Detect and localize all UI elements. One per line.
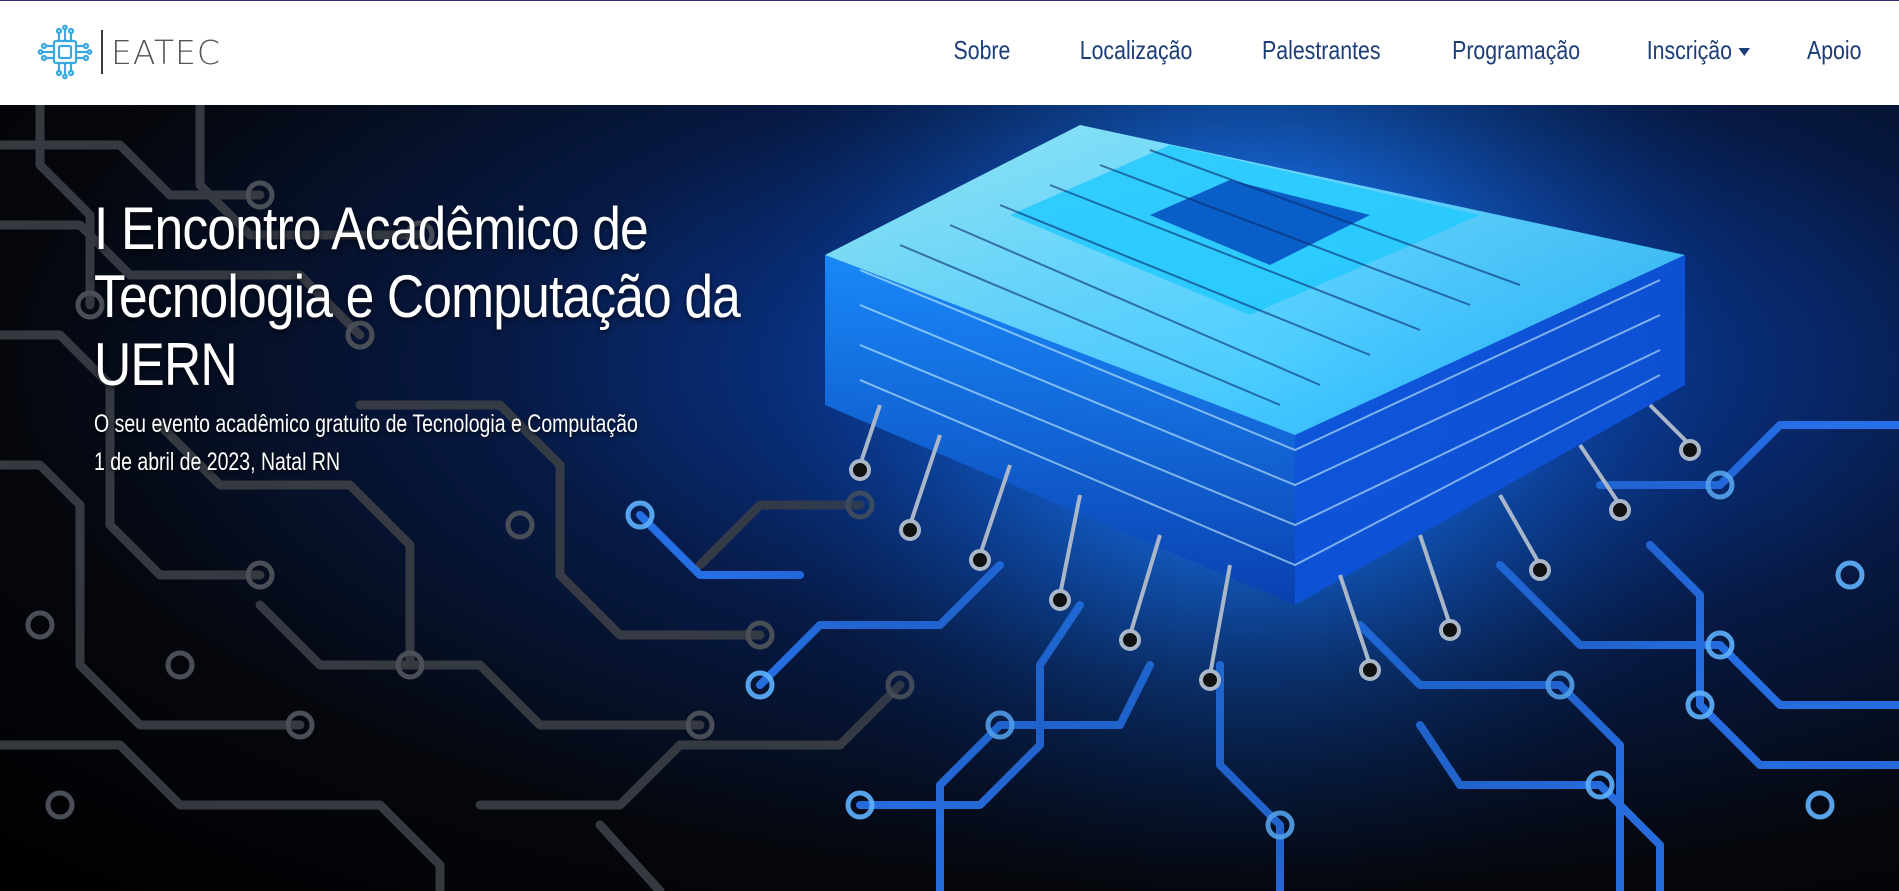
hero-banner: I Encontro Acadêmico de Tecnologia e Com… bbox=[0, 105, 1899, 891]
nav-item-inscricao-dropdown[interactable]: Inscrição bbox=[1647, 35, 1751, 66]
caret-down-icon bbox=[1739, 48, 1751, 57]
hero-subtitle: O seu evento acadêmico gratuito de Tecno… bbox=[94, 410, 638, 438]
brand-divider bbox=[101, 30, 103, 74]
nav-item-apoio[interactable]: Apoio bbox=[1806, 35, 1861, 66]
hero-date: 1 de abril de 2023, Natal RN bbox=[94, 448, 341, 476]
nav-item-programacao[interactable]: Programação bbox=[1452, 35, 1580, 66]
nav-item-sobre[interactable]: Sobre bbox=[954, 35, 1011, 66]
brand-name: EATEC bbox=[111, 32, 221, 72]
nav-item-palestrantes[interactable]: Palestrantes bbox=[1262, 35, 1381, 66]
main-nav: Sobre Localização Palestrantes Programaç… bbox=[897, 35, 1861, 66]
circuit-chip-icon bbox=[37, 24, 93, 80]
hero-text-block: I Encontro Acadêmico de Tecnologia e Com… bbox=[94, 195, 894, 481]
nav-item-inscricao-label: Inscrição bbox=[1647, 35, 1733, 65]
hero-title: I Encontro Acadêmico de Tecnologia e Com… bbox=[94, 195, 741, 398]
top-navbar: EATEC Sobre Localização Palestrantes Pro… bbox=[0, 0, 1899, 105]
brand-home-link[interactable]: EATEC bbox=[37, 24, 221, 80]
nav-item-localizacao[interactable]: Localização bbox=[1079, 35, 1192, 66]
